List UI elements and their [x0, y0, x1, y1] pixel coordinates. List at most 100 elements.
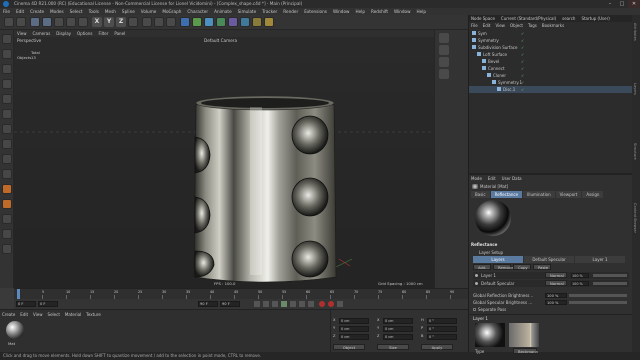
menu-item-file[interactable]: File [3, 9, 10, 14]
object-row[interactable]: Connect ✓ [469, 65, 633, 72]
next-frame-icon[interactable] [290, 301, 296, 307]
material-tab-reflectance[interactable]: Reflectance [490, 191, 523, 198]
timeline-ruler[interactable]: 051015202530354045505560657075808590 [14, 288, 468, 299]
layer-strength-field[interactable]: 100 % [571, 281, 589, 286]
grid-icon[interactable] [2, 229, 12, 239]
global-reflection-slider[interactable] [569, 294, 627, 297]
layer-strength-slider[interactable] [593, 282, 627, 285]
start-frame-field[interactable]: 0 F [38, 301, 58, 307]
menu-item-edit[interactable]: Edit [16, 9, 24, 14]
coord-apply-button[interactable]: Apply [421, 344, 453, 350]
layer-tab[interactable]: Layers [473, 256, 523, 263]
workplane-icon[interactable] [2, 79, 12, 89]
x-axis-lock-button[interactable]: X [92, 17, 102, 27]
object-menu-bookmarks[interactable]: Bookmarks [542, 23, 564, 28]
pan-view-icon[interactable] [439, 33, 449, 43]
pen-spline-icon[interactable] [192, 17, 202, 27]
layer-copy-button[interactable]: Copy [513, 264, 531, 270]
object-row[interactable]: Disc.1 ✓ [469, 86, 633, 93]
layer-strength-slider[interactable] [593, 274, 627, 277]
menu-item-render[interactable]: Render [283, 9, 298, 14]
enable-axis-icon[interactable] [2, 139, 12, 149]
menu-item-mograph[interactable]: MoGraph [162, 9, 181, 14]
attribute-menu-edit[interactable]: Edit [488, 176, 496, 181]
object-enabled-icon[interactable]: ✓ [521, 44, 524, 51]
coordinate-system-icon[interactable] [128, 17, 138, 27]
object-menu-tags[interactable]: Tags [528, 23, 537, 28]
material-menu-texture[interactable]: Texture [86, 312, 101, 317]
layer-row[interactable]: Default Specular Normal 100 % [473, 280, 629, 287]
menu-item-modes[interactable]: Modes [50, 9, 64, 14]
layer-visibility-icon[interactable] [475, 282, 478, 285]
snap-settings-icon[interactable] [2, 214, 12, 224]
timeline-cursor[interactable] [17, 289, 20, 299]
layer-add-button[interactable]: Add... [473, 264, 491, 270]
object-row[interactable]: Loft Surface ✓ [469, 51, 633, 58]
menu-item-extensions[interactable]: Extensions [304, 9, 327, 14]
move-tool-icon[interactable] [42, 17, 52, 27]
prev-frame-icon[interactable] [272, 301, 278, 307]
menu-item-mesh[interactable]: Mesh [105, 9, 116, 14]
render-picture-viewer-icon[interactable] [154, 17, 164, 27]
menu-item-spline[interactable]: Spline [122, 9, 135, 14]
cloner-icon[interactable] [216, 17, 226, 27]
menu-item-window[interactable]: Window [394, 9, 411, 14]
side-tab-structure[interactable]: Structure [633, 143, 637, 160]
object-menu-edit[interactable]: Edit [483, 23, 491, 28]
viewport-menu-options[interactable]: Options [77, 31, 92, 36]
menu-item-tracker[interactable]: Tracker [262, 9, 277, 14]
sculpt-icon[interactable] [2, 244, 12, 254]
end-frame-field[interactable]: 90 F [198, 301, 218, 307]
rotate-view-icon[interactable] [439, 57, 449, 67]
z-axis-lock-button[interactable]: Z [116, 17, 126, 27]
object-row[interactable]: Symmetry ✓ [469, 37, 633, 44]
global-specular-field[interactable]: 100 % [545, 300, 567, 305]
object-enabled-icon[interactable]: ✓ [521, 58, 524, 65]
side-tab-attributes[interactable]: Attributes [633, 23, 637, 41]
model-mode-icon[interactable] [2, 49, 12, 59]
redo-icon[interactable] [16, 17, 26, 27]
layer-tab[interactable]: Default Specular [524, 256, 574, 263]
keyframe-selection-icon[interactable] [337, 301, 343, 307]
separate-pass-checkbox[interactable] [473, 308, 476, 311]
attribute-menu-mode[interactable]: Mode [471, 176, 482, 181]
play-icon[interactable] [281, 301, 287, 307]
object-enabled-icon[interactable]: ✓ [521, 65, 524, 72]
locked-workplane-icon[interactable] [2, 169, 12, 179]
preview-end-field[interactable]: 90 F [220, 301, 240, 307]
side-tab-layers[interactable]: Layers [633, 83, 637, 95]
coord-mode-dropdown[interactable]: Object (Rel) [333, 344, 365, 356]
current-frame-field[interactable]: 0 F [16, 301, 36, 307]
next-key-icon[interactable] [299, 301, 305, 307]
object-enabled-icon[interactable]: ✓ [521, 72, 524, 79]
y-axis-lock-button[interactable]: Y [104, 17, 114, 27]
side-tab-content-browser[interactable]: Content Browser [633, 203, 637, 233]
object-row[interactable]: Bevel ✓ [469, 58, 633, 65]
layer-remove-button[interactable]: Remove [493, 264, 513, 270]
menu-item-character[interactable]: Character [187, 9, 208, 14]
node-space-item[interactable]: Current (Standard/Physical) [501, 16, 556, 21]
material-thumbnail[interactable] [6, 321, 24, 339]
prev-key-icon[interactable] [263, 301, 269, 307]
menu-item-tools[interactable]: Tools [89, 9, 99, 14]
object-enabled-icon[interactable]: ✓ [521, 51, 524, 58]
polygons-mode-icon[interactable] [2, 124, 12, 134]
material-tab-assign[interactable]: Assign [582, 191, 604, 198]
menu-item-select[interactable]: Select [70, 9, 83, 14]
toggle-views-icon[interactable] [439, 69, 449, 79]
points-mode-icon[interactable] [2, 94, 12, 104]
material-menu-material[interactable]: Material [65, 312, 81, 317]
maximize-button[interactable]: □ [616, 0, 628, 8]
layer-row[interactable]: Layer 1 Normal 100 % [473, 272, 629, 279]
select-tool-icon[interactable] [30, 17, 40, 27]
object-enabled-icon[interactable]: ✓ [521, 79, 524, 86]
attribute-menu-user-data[interactable]: User Data [502, 176, 522, 181]
object-row[interactable]: Symmetry.1 ✓ [469, 79, 633, 86]
subdivision-icon[interactable] [204, 17, 214, 27]
object-enabled-icon[interactable]: ✓ [521, 30, 524, 37]
layer-paste-button[interactable]: Paste [533, 264, 551, 270]
coord-value-field[interactable]: 0 ° [427, 318, 457, 324]
menu-item-help[interactable]: Help [417, 9, 427, 14]
material-menu-edit[interactable]: Edit [20, 312, 28, 317]
perspective-viewport[interactable]: Perspective Default Camera Total Objects… [14, 37, 434, 288]
